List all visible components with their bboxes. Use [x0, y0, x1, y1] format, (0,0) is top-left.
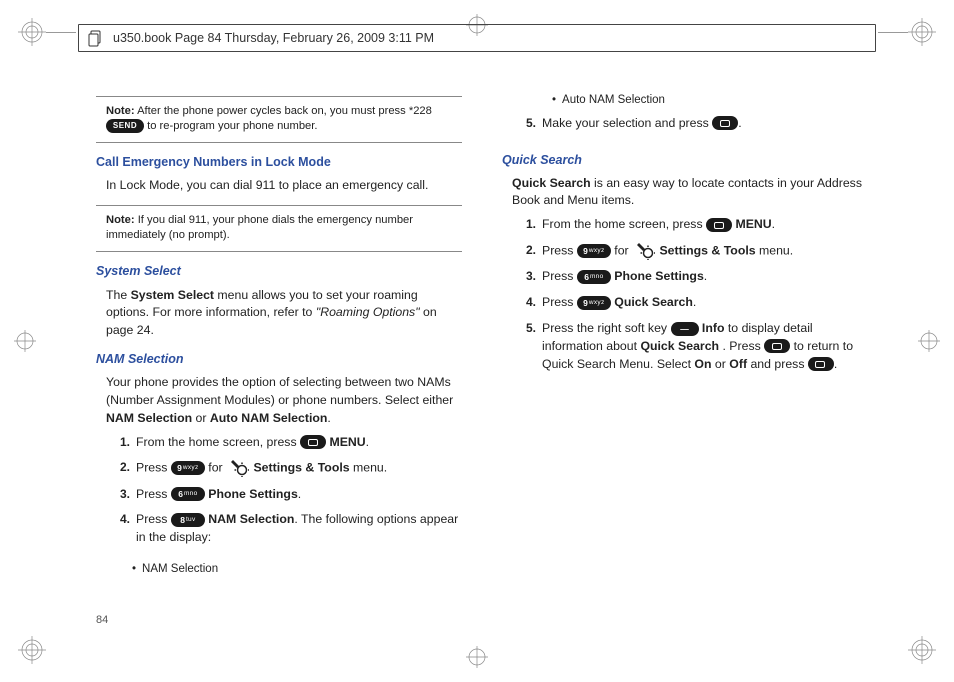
step-3: 3. Press 6mno Phone Settings.	[524, 268, 868, 294]
softkey-icon: —	[671, 322, 699, 336]
eight-key-icon: 8tuv	[171, 513, 205, 527]
nam-steps: 1. From the home screen, press MENU. 2. …	[96, 434, 462, 555]
note-text: After the phone power cycles back on, yo…	[137, 105, 432, 117]
crop-mark-icon	[908, 636, 936, 664]
six-key-icon: 6mno	[577, 270, 611, 284]
step-4: 4. Press 9wxyz Quick Search.	[524, 294, 868, 320]
nine-key-icon: 9wxyz	[171, 461, 205, 475]
list-item: NAM Selection	[132, 561, 462, 578]
ok-key-icon	[706, 218, 732, 232]
page-number: 84	[96, 614, 108, 626]
qs-steps: 1. From the home screen, press MENU. 2. …	[502, 216, 868, 381]
right-column: Auto NAM Selection 5. Make your selectio…	[502, 90, 868, 622]
page-header-title: u350.book Page 84 Thursday, February 26,…	[113, 31, 434, 45]
left-column: Note: After the phone power cycles back …	[96, 90, 462, 622]
crop-mark-icon	[908, 18, 936, 46]
note-911: Note: If you dial 911, your phone dials …	[96, 212, 462, 245]
note-label: Note:	[106, 214, 135, 226]
step-4: 4. Press 8tuv NAM Selection. The followi…	[118, 511, 462, 555]
note-reprogram: Note: After the phone power cycles back …	[96, 103, 462, 136]
crop-mark-icon	[466, 646, 488, 668]
step-3: 3. Press 6mno Phone Settings.	[118, 486, 462, 512]
ok-key-icon	[300, 435, 326, 449]
nam-options-list-cont: Auto NAM Selection	[502, 92, 868, 109]
body-text: The System Select menu allows you to set…	[96, 287, 462, 340]
document-icon	[87, 29, 105, 47]
ok-key-icon	[712, 116, 738, 130]
page-header-bar: u350.book Page 84 Thursday, February 26,…	[78, 24, 876, 52]
settings-tools-icon	[633, 242, 655, 260]
nam-steps-cont: 5. Make your selection and press .	[502, 115, 868, 141]
nine-key-icon: 9wxyz	[577, 244, 611, 258]
heading-quick-search: Quick Search	[502, 151, 868, 169]
step-2: 2. Press 9wxyz for Settings & Tools menu…	[118, 459, 462, 485]
crop-mark-icon	[14, 330, 36, 352]
step-5: 5. Make your selection and press .	[524, 115, 868, 141]
note-label: Note:	[106, 105, 135, 117]
crop-line	[878, 32, 908, 33]
ok-key-icon	[808, 357, 834, 371]
body-text: Your phone provides the option of select…	[96, 374, 462, 427]
note-text: If you dial 911, your phone dials the em…	[106, 214, 413, 241]
crop-mark-icon	[918, 330, 940, 352]
six-key-icon: 6mno	[171, 487, 205, 501]
ok-key-icon	[764, 339, 790, 353]
heading-call-emergency: Call Emergency Numbers in Lock Mode	[96, 153, 462, 171]
step-1: 1. From the home screen, press MENU.	[118, 434, 462, 460]
nine-key-icon: 9wxyz	[577, 296, 611, 310]
step-2: 2. Press 9wxyz for Settings & Tools menu…	[524, 242, 868, 268]
body-text: Quick Search is an easy way to locate co…	[502, 175, 868, 211]
nam-options-list: NAM Selection	[96, 561, 462, 578]
send-key-icon: SEND	[106, 119, 144, 133]
step-5: 5. Press the right soft key — Info to di…	[524, 320, 868, 381]
settings-tools-icon	[227, 459, 249, 477]
note-text: to re-program your phone number.	[147, 120, 317, 132]
crop-mark-icon	[18, 18, 46, 46]
list-item: Auto NAM Selection	[552, 92, 868, 109]
heading-system-select: System Select	[96, 262, 462, 280]
step-1: 1. From the home screen, press MENU.	[524, 216, 868, 242]
body-text: In Lock Mode, you can dial 911 to place …	[96, 177, 462, 195]
crop-line	[46, 32, 76, 33]
crop-mark-icon	[18, 636, 46, 664]
heading-nam-selection: NAM Selection	[96, 350, 462, 368]
